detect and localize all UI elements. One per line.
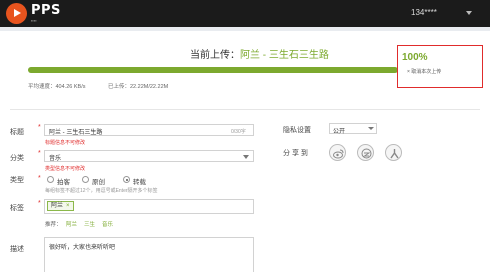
description-value: 很好听，大家也来听听吧: [49, 245, 116, 251]
chevron-down-icon[interactable]: [243, 155, 249, 159]
header-divider: [0, 27, 490, 31]
type-radio-0[interactable]: [47, 176, 54, 183]
type-hint: 每组标签不超过12个，用逗号或Enter隔开多个标签: [45, 188, 158, 194]
recommended-tag[interactable]: 音乐: [102, 220, 113, 228]
required-mark: *: [38, 175, 41, 182]
logo-subtitle-graphic: ▪▪▪▪: [31, 18, 37, 23]
tags-label: 标签: [10, 205, 24, 212]
privacy-value: 公开: [333, 129, 346, 135]
recommend-label: 推荐：: [45, 222, 62, 228]
type-option-0[interactable]: 拍客: [57, 176, 70, 186]
upload-progress-bar: [28, 67, 398, 73]
uploaded-amount: 已上传：22.22M/22.22M: [108, 84, 169, 90]
weibo-icon[interactable]: [329, 144, 346, 161]
required-mark: *: [38, 150, 41, 157]
qzone-icon[interactable]: [357, 144, 374, 161]
tag-chip[interactable]: 阿兰 ×: [47, 201, 74, 211]
upload-title: 当前上传：阿兰 - 三生石三生路: [190, 46, 329, 61]
upload-progress-fill: [28, 67, 398, 73]
upload-title-prefix: 当前上传：: [190, 50, 240, 61]
recommended-tag[interactable]: 阿兰: [66, 220, 77, 228]
privacy-label: 隐私设置: [283, 127, 311, 134]
cancel-upload-link[interactable]: × 取消本次上传: [407, 68, 441, 75]
required-mark: *: [38, 124, 41, 131]
type-option-2[interactable]: 转载: [133, 176, 146, 186]
tags-input[interactable]: [44, 199, 254, 214]
account-name[interactable]: 134****: [411, 8, 437, 17]
close-icon[interactable]: ×: [66, 203, 70, 209]
renren-icon[interactable]: [385, 144, 402, 161]
chevron-down-icon[interactable]: [466, 11, 472, 15]
title-counter: 0/30字: [231, 129, 246, 135]
tag-chip-label: 阿兰: [51, 203, 64, 209]
share-label: 分 享 到: [283, 150, 308, 157]
title-label: 标题: [10, 129, 24, 136]
title-value: 阿兰 - 三生石三生路: [49, 130, 103, 136]
title-error: 标题信息不可修改: [45, 140, 86, 146]
logo-text[interactable]: PPS: [31, 3, 61, 18]
upload-title-name: 阿兰 - 三生石三生路: [240, 50, 329, 61]
category-select[interactable]: [44, 150, 254, 162]
required-mark: *: [38, 200, 41, 207]
type-radio-1[interactable]: [82, 176, 89, 183]
category-error: 类型信息不可修改: [45, 166, 86, 172]
type-label: 类型: [10, 177, 24, 184]
type-option-1[interactable]: 原创: [92, 176, 105, 186]
description-label: 描述: [10, 246, 24, 253]
type-radio-2[interactable]: [123, 176, 130, 183]
section-divider: [10, 109, 480, 110]
category-label: 分类: [10, 155, 24, 162]
recommended-tag[interactable]: 三生: [84, 220, 95, 228]
chevron-down-icon[interactable]: [368, 127, 374, 130]
category-value: 音乐: [49, 156, 62, 162]
pps-logo-icon[interactable]: [6, 3, 27, 24]
average-speed: 平均速度：404.26 KB/s: [28, 84, 86, 90]
progress-percent: 100%: [402, 52, 428, 63]
top-bar: PPS ▪▪▪▪ 134****: [0, 0, 490, 27]
